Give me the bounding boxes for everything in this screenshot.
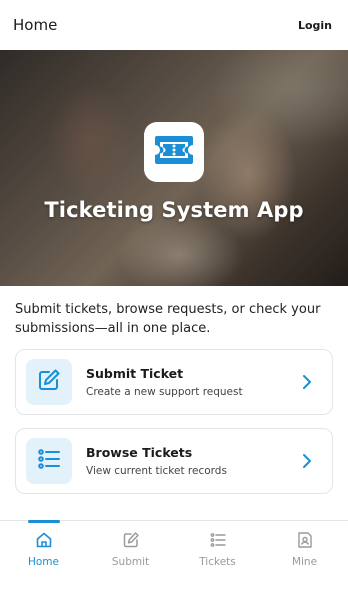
tab-label: Mine — [291, 556, 318, 568]
bottom-tab-bar: Home Submit Tickets Mine — [0, 520, 348, 570]
home-icon — [35, 531, 53, 553]
profile-card-icon — [296, 531, 314, 553]
card-title: Browse Tickets — [86, 445, 193, 460]
card-title: Submit Ticket — [86, 366, 184, 381]
tab-label: Tickets — [199, 556, 236, 568]
browse-tickets-card[interactable]: Browse Tickets View current ticket recor… — [15, 428, 333, 494]
ticket-icon — [152, 133, 196, 171]
hero-banner: Ticketing System App — [0, 50, 348, 286]
active-tab-indicator — [27, 520, 60, 523]
list-icon — [209, 531, 227, 553]
edit-icon — [122, 531, 140, 553]
tab-tickets[interactable]: Tickets — [174, 521, 261, 570]
tab-label: Submit — [111, 556, 150, 568]
tab-label: Home — [27, 556, 59, 568]
tab-submit[interactable]: Submit — [87, 521, 174, 570]
card-icon-box — [26, 438, 72, 484]
app-logo — [144, 122, 204, 182]
edit-icon — [36, 367, 62, 397]
card-icon-box — [26, 359, 72, 405]
card-subtitle: Create a new support request — [86, 386, 243, 398]
card-subtitle: View current ticket records — [86, 465, 227, 477]
login-button[interactable]: Login — [298, 19, 332, 32]
app-title: Ticketing System App — [44, 198, 304, 222]
top-header: Home Login — [0, 0, 348, 50]
chevron-right-icon — [294, 374, 320, 390]
tab-mine[interactable]: Mine — [261, 521, 348, 570]
chevron-right-icon — [294, 453, 320, 469]
submit-ticket-card[interactable]: Submit Ticket Create a new support reque… — [15, 349, 333, 415]
list-icon — [36, 446, 62, 476]
intro-text: Submit tickets, browse requests, or chec… — [15, 302, 321, 336]
tab-home[interactable]: Home — [0, 520, 87, 570]
page-title: Home — [13, 16, 58, 34]
